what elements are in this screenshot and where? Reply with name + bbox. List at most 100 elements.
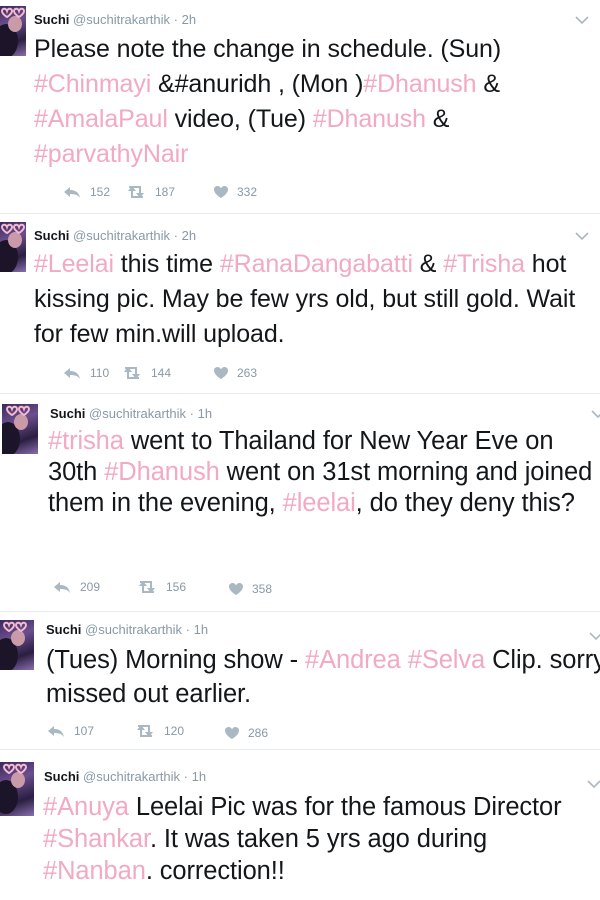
avatar[interactable] bbox=[0, 222, 26, 272]
hashtag-link[interactable]: #leelai bbox=[283, 489, 356, 517]
heart-glasses-icon bbox=[0, 7, 26, 19]
tweet[interactable]: Suchi @suchitrakarthik · 1h #trisha went… bbox=[0, 394, 600, 612]
retweet-icon bbox=[137, 725, 153, 737]
reply-icon bbox=[54, 582, 70, 593]
hashtag-link[interactable]: #AmalaPaul bbox=[34, 105, 168, 133]
retweet-icon bbox=[124, 367, 140, 379]
heart-icon bbox=[214, 367, 228, 379]
tweet-time[interactable]: 2h bbox=[182, 228, 196, 243]
heart-icon bbox=[229, 583, 243, 595]
retweet-button[interactable]: 156 bbox=[136, 580, 186, 594]
tweet[interactable]: Suchi @suchitrakarthik · 2h #Leelai this… bbox=[0, 214, 600, 394]
reply-button[interactable]: 152 bbox=[62, 185, 110, 199]
hashtag-link[interactable]: #trisha bbox=[48, 427, 124, 455]
tweet-text: #Leelai this time #RanaDangabatti & #Tri… bbox=[34, 247, 600, 352]
tweet-text-segment: , do they deny this? bbox=[355, 489, 575, 517]
avatar[interactable] bbox=[0, 6, 26, 56]
chevron-down-icon[interactable] bbox=[586, 778, 600, 790]
tweet-text-segment: & bbox=[476, 70, 500, 98]
reply-count: 107 bbox=[74, 724, 95, 738]
chevron-down-icon[interactable] bbox=[590, 408, 600, 420]
reply-icon bbox=[48, 726, 64, 737]
heart-glasses-icon bbox=[0, 223, 26, 235]
tweet-time[interactable]: 1h bbox=[192, 769, 206, 784]
tweet-time[interactable]: 2h bbox=[182, 12, 196, 27]
reply-count: 110 bbox=[90, 366, 110, 380]
author-name[interactable]: Suchi bbox=[46, 622, 81, 637]
reply-button[interactable]: 209 bbox=[52, 580, 100, 594]
author-name[interactable]: Suchi bbox=[34, 12, 69, 27]
chevron-down-icon[interactable] bbox=[574, 14, 590, 26]
author-handle[interactable]: @suchitrakarthik bbox=[73, 12, 170, 27]
hashtag-link[interactable]: #Dhanush bbox=[104, 458, 220, 486]
like-button[interactable]: 358 bbox=[228, 582, 272, 596]
tweet[interactable]: Suchi @suchitrakarthik · 1h (Tues) Morni… bbox=[0, 612, 600, 750]
tweet-text-segment: . correction!! bbox=[145, 857, 285, 885]
tweet-text-segment: this time bbox=[113, 250, 220, 278]
retweet-count: 144 bbox=[151, 366, 172, 380]
heart-glasses-icon bbox=[5, 405, 31, 417]
like-button[interactable]: 332 bbox=[213, 185, 257, 199]
hashtag-link[interactable]: #Chinmayi bbox=[34, 70, 151, 98]
hashtag-link[interactable]: #Andrea bbox=[305, 646, 401, 674]
hashtag-link[interactable]: #Dhanush bbox=[363, 70, 476, 98]
tweet-time[interactable]: 1h bbox=[198, 406, 212, 421]
tweet-actions: 107 120 286 bbox=[46, 724, 346, 742]
avatar[interactable] bbox=[0, 620, 34, 670]
like-button[interactable]: 286 bbox=[224, 726, 268, 740]
hashtag-link[interactable]: #parvathyNair bbox=[34, 140, 188, 168]
hashtag-link[interactable]: #Leelai bbox=[34, 250, 114, 278]
author-handle[interactable]: @suchitrakarthik bbox=[73, 228, 170, 243]
hashtag-link[interactable]: #Shankar bbox=[43, 825, 150, 853]
tweet[interactable]: Suchi @suchitrakarthik · 1h #Anuya Leela… bbox=[0, 750, 600, 900]
retweet-icon bbox=[139, 581, 155, 593]
tweet[interactable]: Suchi @suchitrakarthik · 2h Please note … bbox=[0, 0, 600, 214]
avatar[interactable] bbox=[2, 404, 38, 454]
tweet-text-segment: (Tues) Morning show - bbox=[46, 646, 306, 674]
author-name[interactable]: Suchi bbox=[34, 228, 69, 243]
chevron-down-icon[interactable] bbox=[588, 630, 600, 642]
hashtag-link[interactable]: #Trisha bbox=[443, 250, 525, 278]
avatar[interactable] bbox=[0, 762, 34, 816]
reply-button[interactable]: 110 bbox=[62, 366, 109, 380]
tweet-actions: 209 156 358 bbox=[52, 580, 352, 598]
chevron-down-icon[interactable] bbox=[574, 230, 590, 242]
heart-glasses-icon bbox=[2, 763, 28, 775]
hashtag-link[interactable]: #Selva bbox=[408, 646, 485, 674]
reply-icon bbox=[64, 187, 80, 198]
tweet-text: #Anuya Leelai Pic was for the famous Dir… bbox=[43, 791, 600, 887]
tweet-text-segment bbox=[401, 646, 408, 674]
reply-count: 209 bbox=[80, 580, 101, 594]
tweet-text-segment: & bbox=[412, 250, 444, 278]
tweet-text-segment: & bbox=[425, 105, 450, 133]
retweet-button[interactable]: 187 bbox=[125, 185, 175, 199]
reply-count: 152 bbox=[90, 185, 111, 199]
author-name[interactable]: Suchi bbox=[50, 406, 85, 421]
reply-icon bbox=[64, 368, 80, 379]
retweet-count: 120 bbox=[164, 724, 185, 738]
like-count: 263 bbox=[237, 366, 258, 380]
tweet-text-segment: Leelai Pic was for the famous Director bbox=[128, 793, 562, 821]
author-handle[interactable]: @suchitrakarthik bbox=[85, 622, 182, 637]
tweet-text-segment: &#anuridh , (Mon ) bbox=[151, 70, 364, 98]
like-count: 332 bbox=[237, 185, 258, 199]
hashtag-link[interactable]: #Anuya bbox=[43, 793, 129, 821]
hashtag-link[interactable]: #RanaDangabatti bbox=[220, 250, 413, 278]
like-count: 358 bbox=[252, 582, 273, 596]
reply-button[interactable]: 107 bbox=[46, 724, 94, 738]
retweet-button[interactable]: 144 bbox=[121, 366, 171, 380]
retweet-count: 187 bbox=[155, 185, 176, 199]
author-handle[interactable]: @suchitrakarthik bbox=[83, 769, 180, 784]
hashtag-link[interactable]: #Dhanush bbox=[313, 105, 426, 133]
tweet-text: Please note the change in schedule. (Sun… bbox=[34, 32, 600, 172]
tweet-text-segment: . It was taken 5 yrs ago during bbox=[149, 825, 488, 853]
retweet-button[interactable]: 120 bbox=[134, 724, 184, 738]
tweet-text: #trisha went to Thailand for New Year Ev… bbox=[48, 426, 600, 519]
tweet-time[interactable]: 1h bbox=[194, 622, 208, 637]
hashtag-link[interactable]: #Nanban bbox=[43, 857, 146, 885]
retweet-icon bbox=[128, 186, 144, 198]
author-handle[interactable]: @suchitrakarthik bbox=[89, 406, 186, 421]
retweet-count: 156 bbox=[166, 580, 187, 594]
author-name[interactable]: Suchi bbox=[44, 769, 79, 784]
like-button[interactable]: 263 bbox=[213, 366, 257, 380]
